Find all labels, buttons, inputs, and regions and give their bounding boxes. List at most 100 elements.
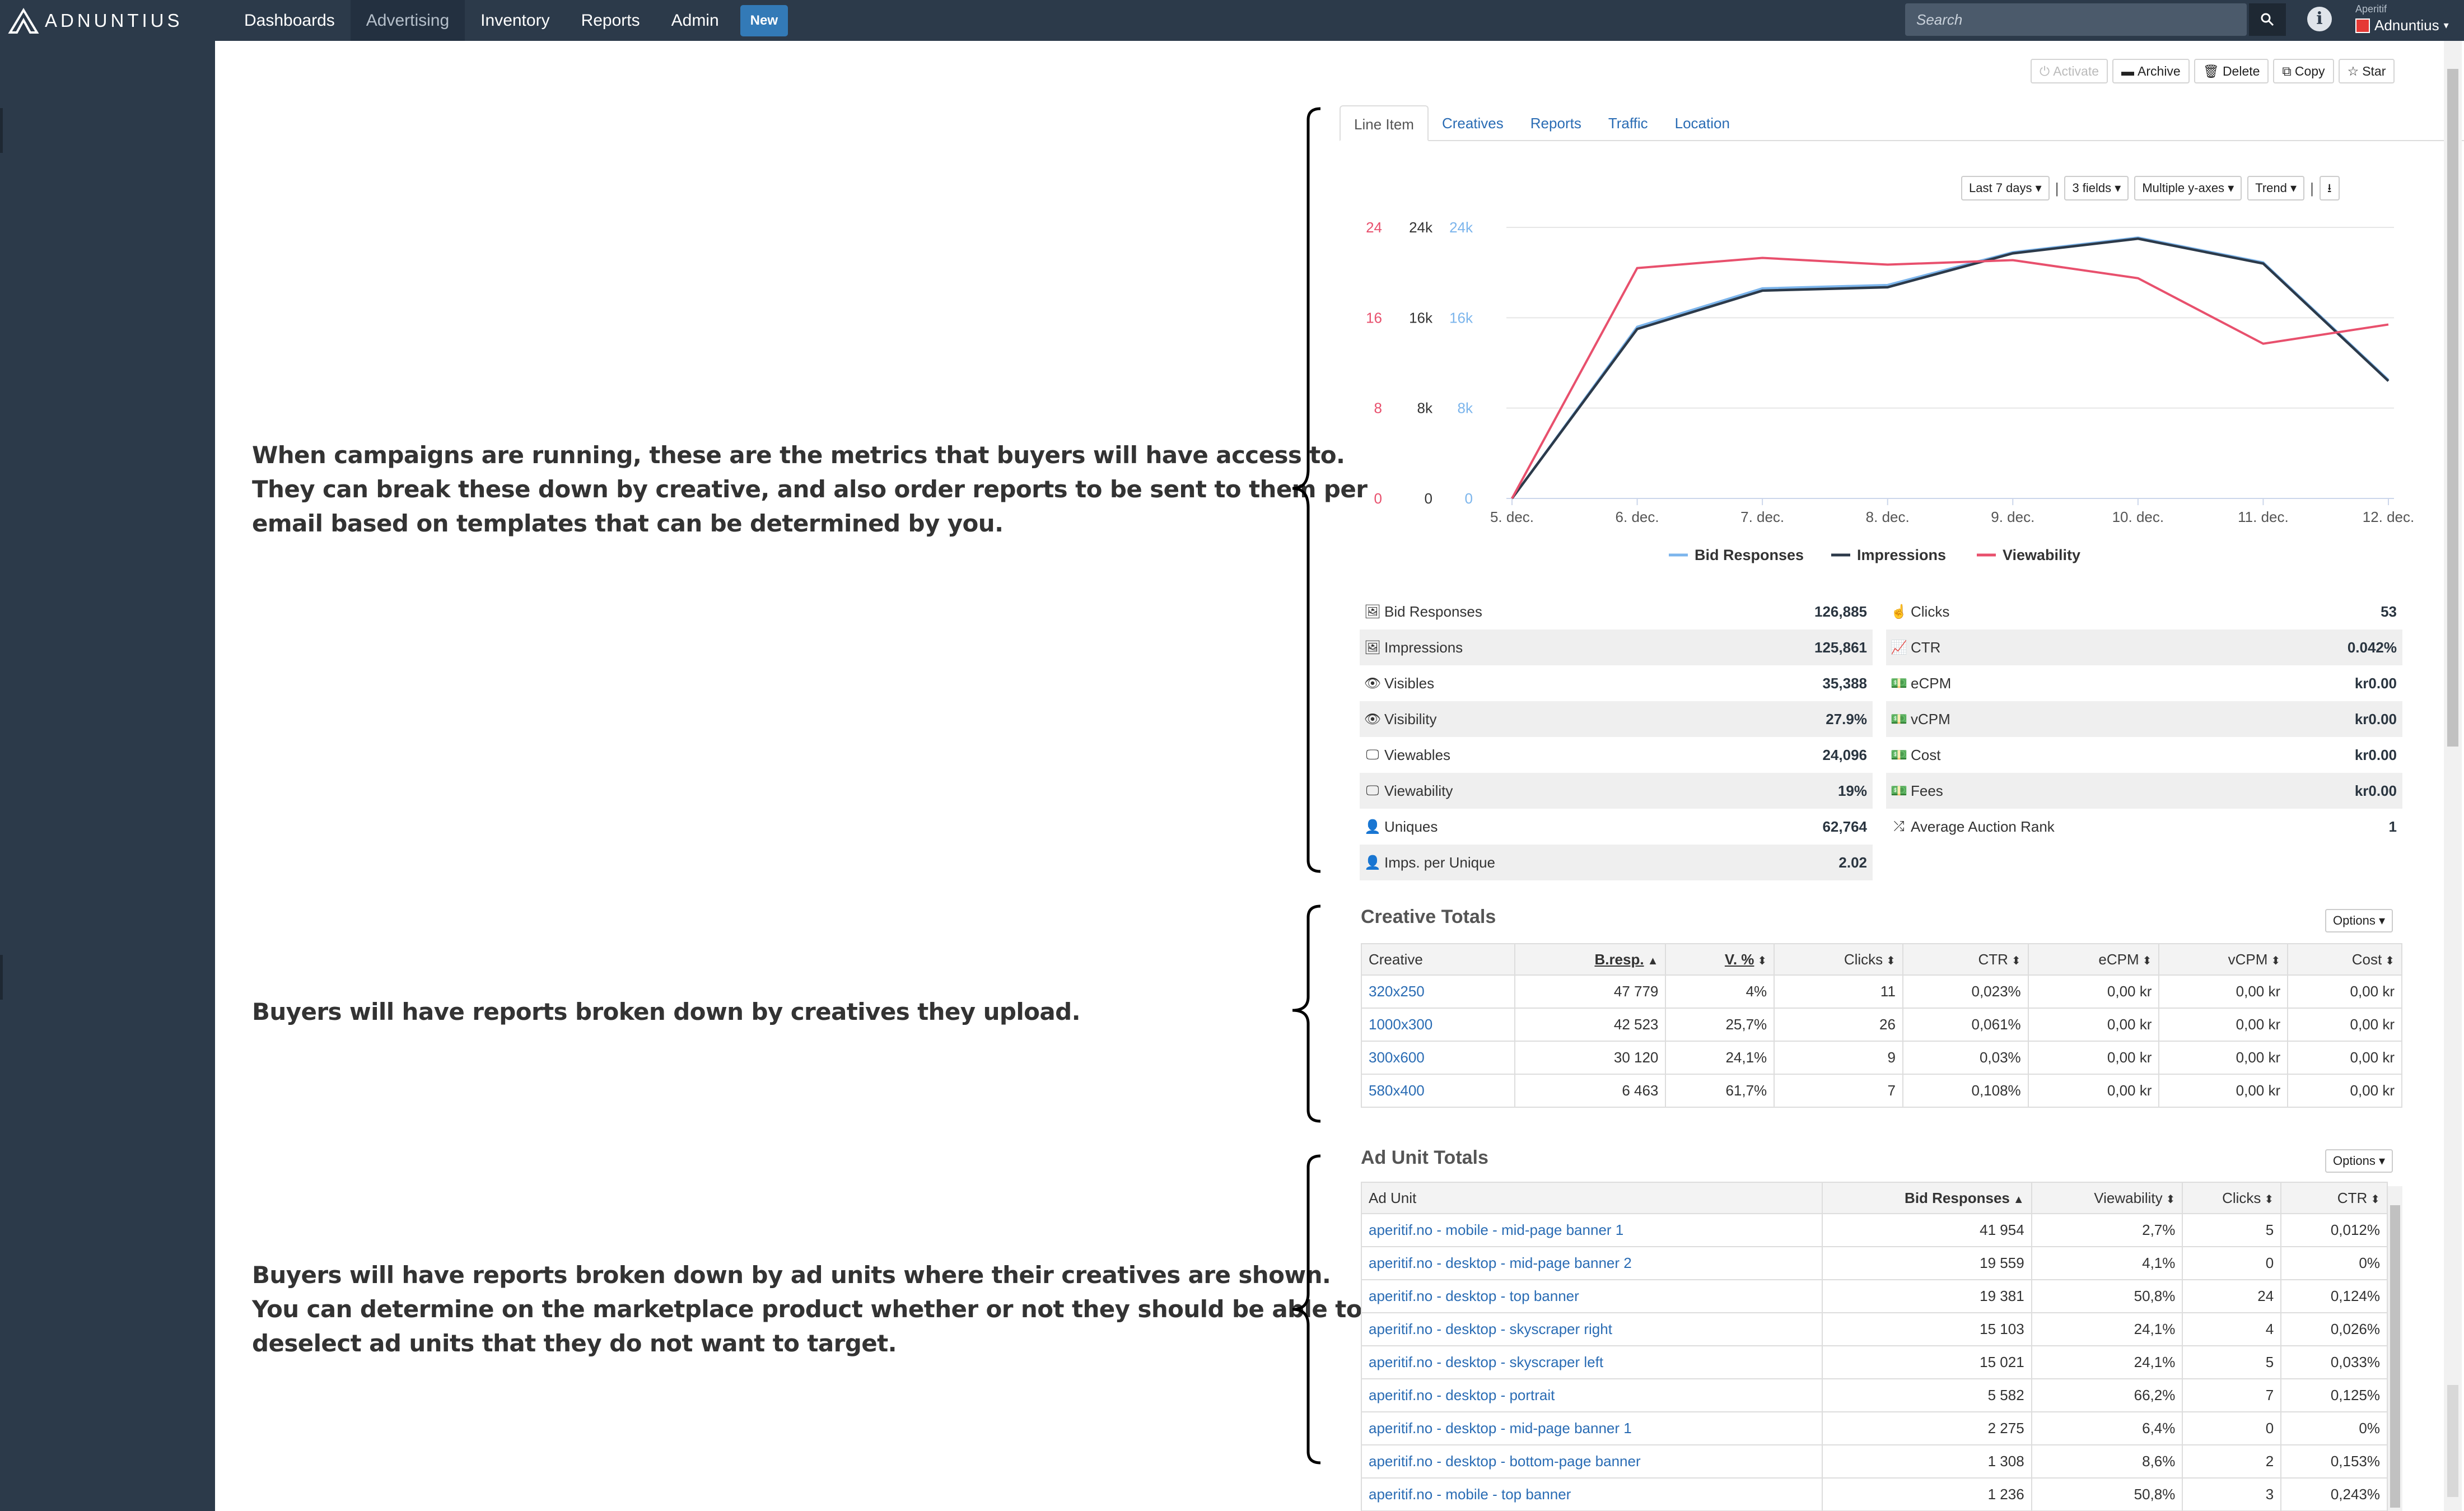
row-link[interactable]: aperitif.no - desktop - portrait [1360,1378,1823,1412]
stat-label: Visibility [1384,710,1437,727]
logo-icon [8,8,39,34]
stat-label: Visibles [1384,674,1435,692]
fields-dropdown[interactable]: 3 fields ▾ [2064,176,2129,200]
stat-row: 🖵 Viewables 24,096 [1360,737,1873,773]
table-row: aperitif.no - desktop - skyscraper right… [1360,1312,2388,1346]
power-icon: ⏻ [2040,64,2050,78]
row-link[interactable]: 1000x300 [1361,1008,1515,1042]
row-link[interactable]: aperitif.no - desktop - skyscraper left [1360,1345,1823,1379]
page-scrollbar[interactable] [2444,41,2462,1511]
stat-value: kr0.00 [2354,710,2397,727]
scrollbar-thumb[interactable] [2447,1385,2458,1497]
column-header[interactable]: Bid Responses ▲ [1822,1182,2032,1214]
org-switcher[interactable]: Adnuntius ▾ [2355,17,2449,34]
row-link[interactable]: aperitif.no - desktop - skyscraper right [1360,1312,1823,1346]
tab-creatives[interactable]: Creatives [1429,105,1517,141]
row-link[interactable]: aperitif.no - desktop - bottom-page bann… [1360,1444,1823,1479]
column-header[interactable]: Creative [1361,943,1515,976]
x-tick-label: 10. dec. [2112,509,2164,525]
annotation-line: You can determine on the marketplace pro… [252,1295,1362,1323]
row-link[interactable]: aperitif.no - desktop - top banner [1360,1279,1823,1313]
sort-icon: ⬍ [1757,954,1767,967]
tab-traffic[interactable]: Traffic [1595,105,1662,141]
stat-label-wrap: 💵 Fees [1886,782,2355,800]
legend-item[interactable]: Bid Responses [1695,547,1804,563]
table-row: 1000x300 42 523 25,7% 26 0,061% 0,00 kr 0,00 k… [1361,1008,2402,1042]
creative-totals-table: Creative B.resp. ▲ V. % ⬍ Clicks ⬍ CTR ⬍ eCPM ⬍ vCP… [1361,943,2402,1108]
search-button[interactable] [2249,3,2286,36]
menu-inventory[interactable]: Inventory [465,0,565,41]
row-link[interactable]: aperitif.no - desktop - mid-page banner … [1360,1411,1823,1445]
row-link[interactable]: 580x400 [1361,1074,1515,1108]
table-row: aperitif.no - desktop - skyscraper left 1… [1360,1345,2388,1379]
tab-reports[interactable]: Reports [1517,105,1595,141]
star-button[interactable]: ☆ Star [2338,59,2395,83]
column-header[interactable]: B.resp. ▲ [1514,943,1667,976]
table-cell: 0,061% [1902,1008,2029,1042]
legend-item[interactable]: Viewability [2003,547,2080,563]
menu-admin[interactable]: Admin [656,0,735,41]
row-link[interactable]: aperitif.no - desktop - mid-page banner … [1360,1246,1823,1280]
download-button[interactable]: ⭳ [2319,176,2340,200]
line-chart-icon: 📈 [1891,640,1907,655]
stat-label: Fees [1911,782,1943,799]
column-header[interactable]: CTR ⬍ [2280,1182,2388,1214]
column-header[interactable]: Viewability ⬍ [2031,1182,2183,1214]
search-input[interactable]: Search [1905,3,2247,36]
column-header[interactable]: CTR ⬍ [1902,943,2029,976]
brace-metrics [1292,107,1321,873]
column-header[interactable]: eCPM ⬍ [2027,943,2160,976]
tab-line-item[interactable]: Line Item [1340,105,1429,141]
scrollbar-thumb[interactable] [2390,1205,2400,1508]
annotation-line: email based on templates that can be det… [252,510,1004,537]
x-tick-label: 11. dec. [2238,509,2289,525]
delete-button[interactable]: 🗑 Delete [2194,59,2269,83]
creative-options-button[interactable]: Options ▾ [2325,909,2393,932]
menu-reports[interactable]: Reports [566,0,656,41]
column-header-label: eCPM [2098,950,2139,968]
activate-label: Activate [2053,64,2099,78]
column-header[interactable]: vCPM ⬍ [2158,943,2289,976]
caret-down-icon: ▾ [2290,181,2297,195]
row-link[interactable]: 320x250 [1361,974,1515,1009]
stat-label-wrap: 💵 eCPM [1886,675,2355,692]
sort-icon: ⬍ [2271,954,2281,967]
archive-button[interactable]: ▬ Archive [2112,59,2190,83]
stat-row: 🖼 Bid Responses 126,885 [1360,594,1873,629]
date-range-dropdown[interactable]: Last 7 days ▾ [1961,176,2050,200]
brace-creatives [1292,904,1321,1123]
menu-dashboards[interactable]: Dashboards [228,0,351,41]
y-tick-label: 0 [1465,490,1473,507]
brand-logo[interactable]: ADNUNTIUS [8,8,183,34]
stat-value: 0.042% [2347,638,2397,656]
table-row: aperitif.no - mobile - top banner 1 236 50… [1360,1477,2388,1511]
scrollbar-thumb[interactable] [2447,69,2458,747]
stat-label-wrap: 🖼 Impressions [1360,639,1814,656]
info-icon[interactable]: i [2307,7,2332,31]
tab-location[interactable]: Location [1662,105,1743,141]
row-link[interactable]: 300x600 [1361,1041,1515,1075]
row-link[interactable]: aperitif.no - mobile - mid-page banner 1 [1360,1213,1823,1247]
eye-icon: 👁 [1364,675,1382,691]
new-button[interactable]: New [740,5,788,36]
trend-dropdown[interactable]: Trend ▾ [2247,176,2305,200]
ad-unit-options-button[interactable]: Options ▾ [2325,1149,2393,1173]
table-cell: 4,1% [2031,1246,2183,1280]
column-header-label: Bid Responses [1905,1189,2010,1206]
activate-button[interactable]: ⏻ Activate [2031,59,2108,83]
ad-unit-scrollbar[interactable] [2388,1186,2402,1511]
copy-button[interactable]: ⧉ Copy [2273,59,2334,83]
table-cell: 0,03% [1902,1041,2029,1075]
image-icon: 🖼 [1364,604,1382,619]
row-link[interactable]: aperitif.no - mobile - top banner [1360,1477,1823,1511]
table-cell: 0,00 kr [2158,1074,2289,1108]
column-header[interactable]: V. % ⬍ [1665,943,1775,976]
column-header[interactable]: Cost ⬍ [2287,943,2402,976]
table-cell: 24 [2182,1279,2282,1313]
axes-dropdown[interactable]: Multiple y-axes ▾ [2134,176,2242,200]
menu-advertising[interactable]: Advertising [350,0,465,41]
column-header[interactable]: Clicks ⬍ [2182,1182,2282,1214]
column-header[interactable]: Ad Unit [1360,1182,1823,1214]
legend-item[interactable]: Impressions [1857,547,1946,563]
column-header[interactable]: Clicks ⬍ [1774,943,1903,976]
